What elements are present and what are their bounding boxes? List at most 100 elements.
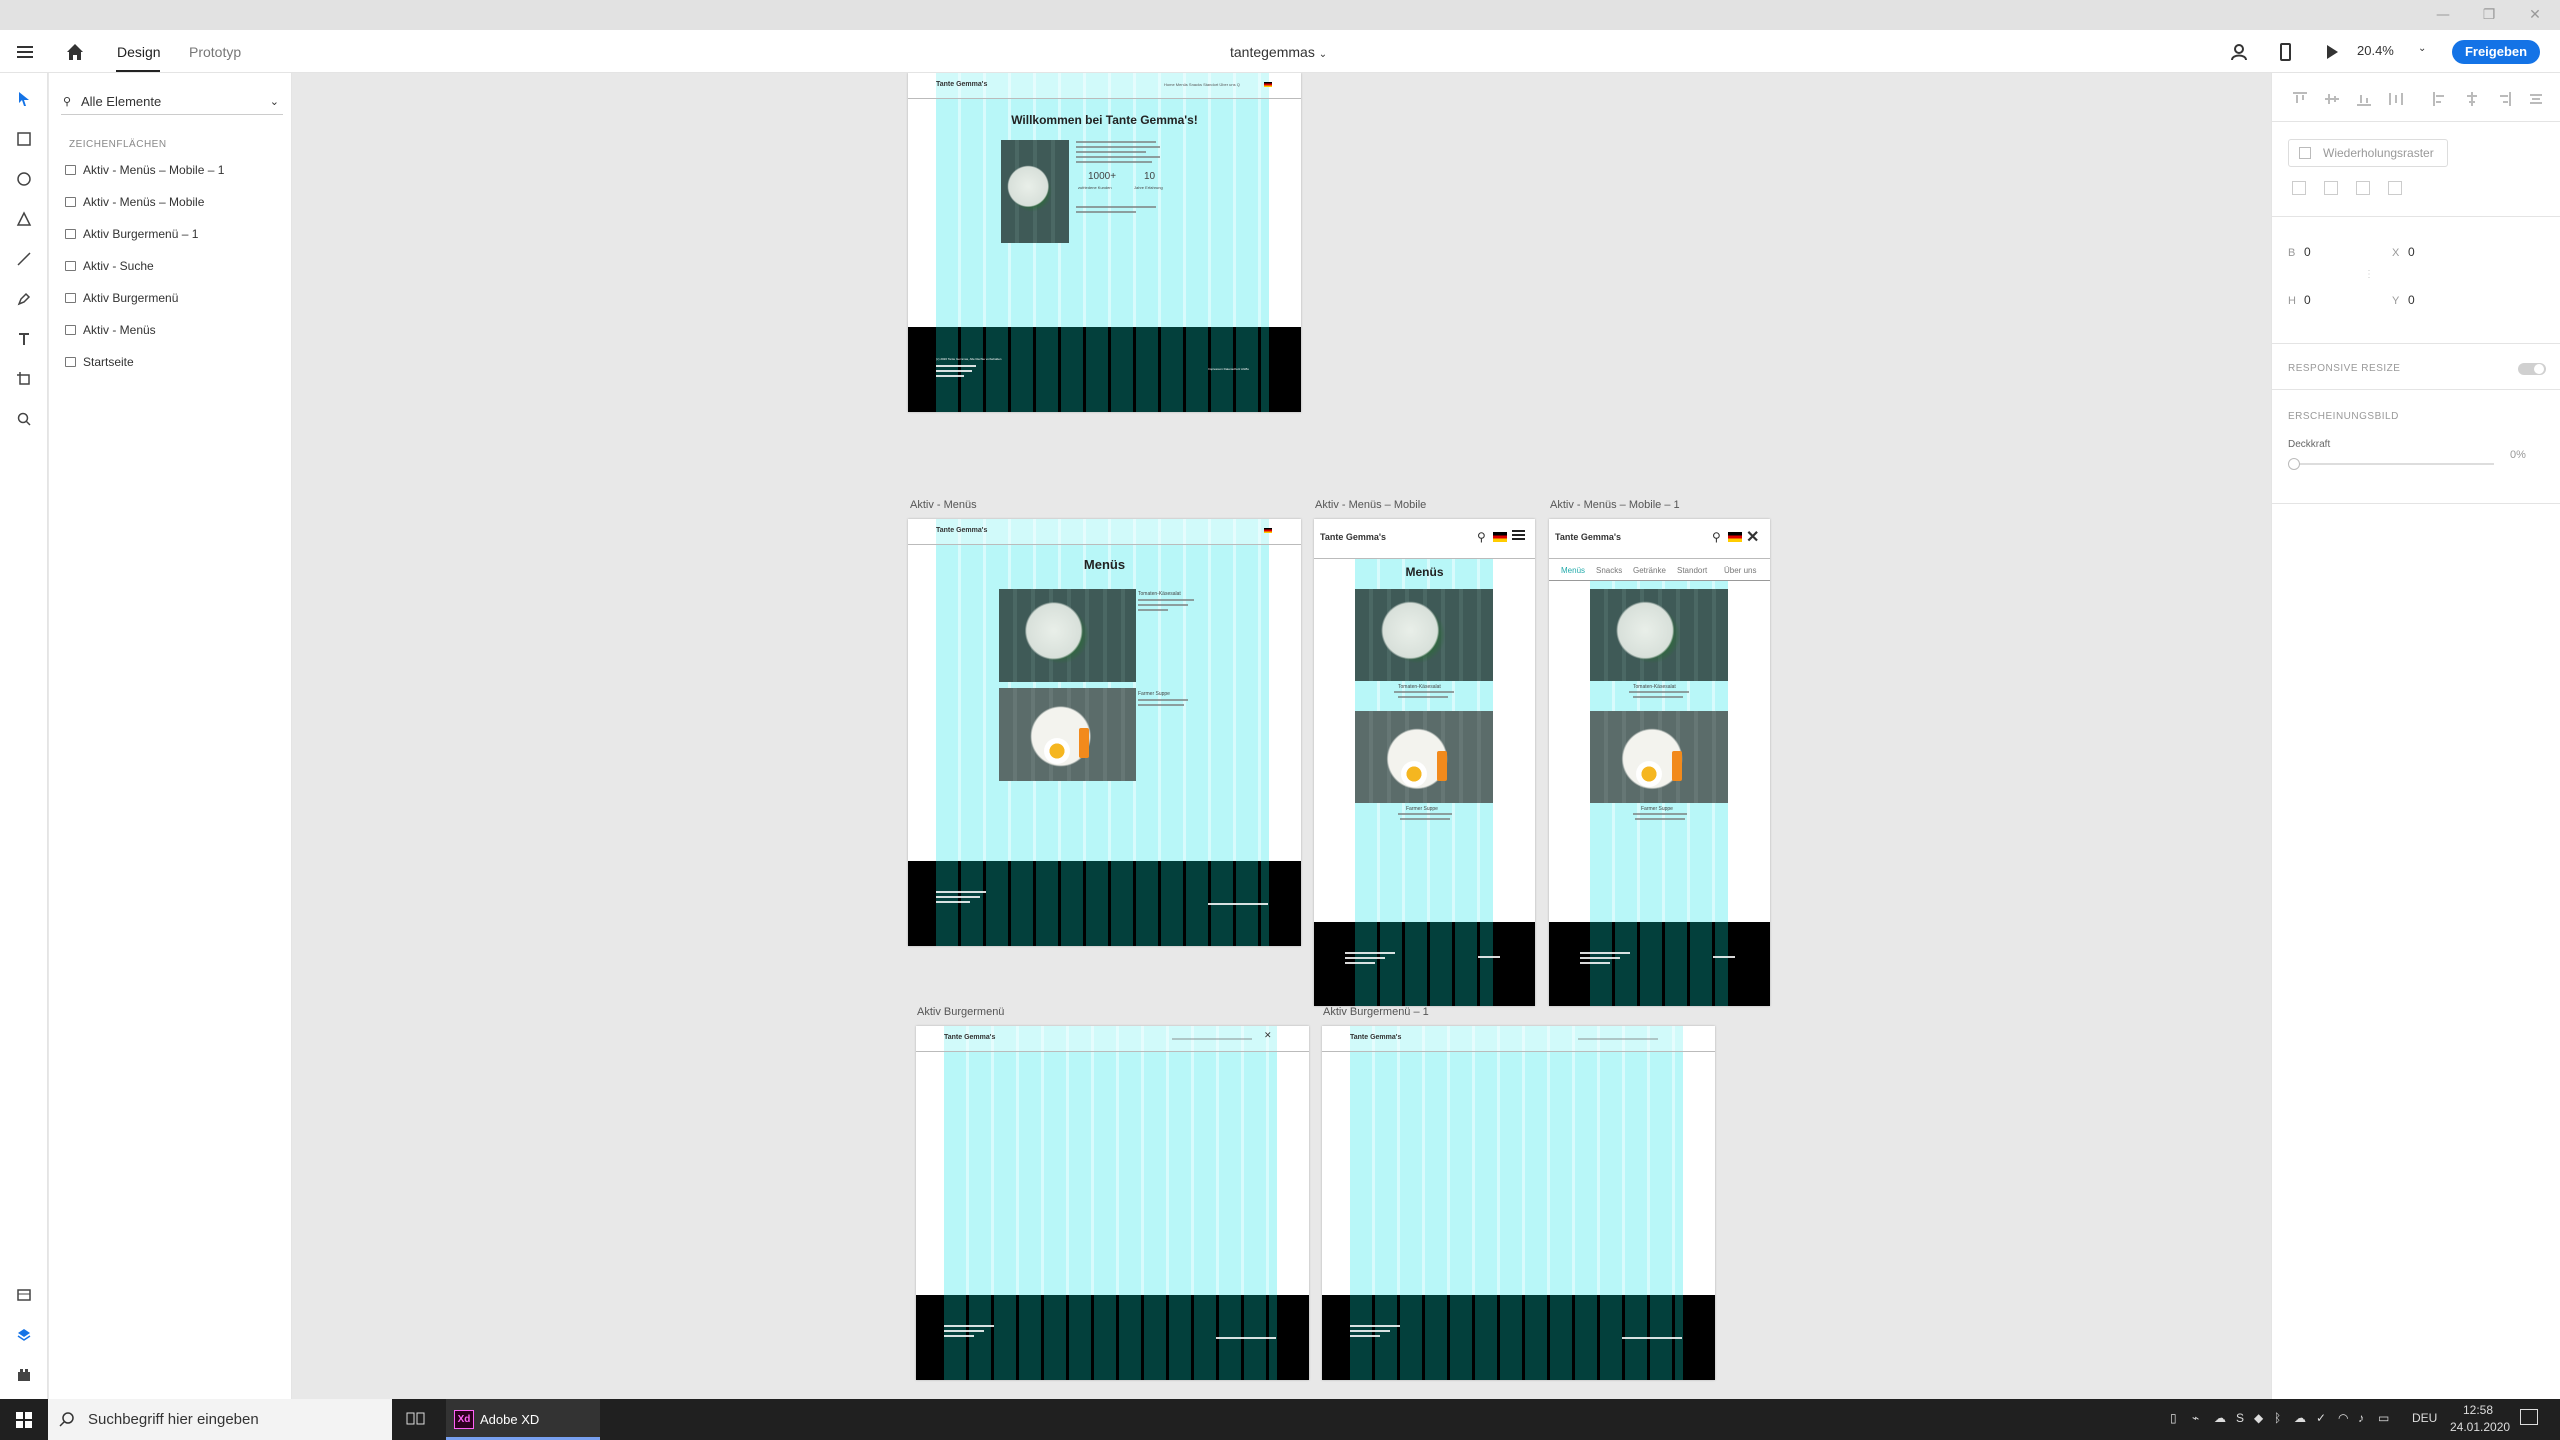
tab-prototype[interactable]: Prototyp [189, 44, 241, 60]
battery-icon[interactable]: ▭ [2378, 1411, 2389, 1425]
align-bottom-icon[interactable] [2356, 91, 2372, 107]
onedrive-icon[interactable]: ☁ [2214, 1411, 2226, 1425]
group-icon[interactable] [2292, 181, 2306, 195]
artboard-label[interactable]: Aktiv Burgermenü [917, 1006, 1004, 1018]
layer-item[interactable]: Aktiv - Menüs – Mobile – 1 [63, 159, 283, 181]
layer-filter-dropdown[interactable]: ⚲ Alle Elemente ⌄ [61, 89, 283, 115]
rectangle-icon[interactable] [12, 127, 36, 151]
text-icon[interactable] [12, 327, 36, 351]
nav-item-menus[interactable]: Menüs [1561, 566, 1585, 575]
nav-item-getraenke[interactable]: Getränke [1633, 566, 1666, 575]
layer-item[interactable]: Aktiv Burgermenü [63, 287, 283, 309]
cloud-icon[interactable]: ☁ [2294, 1411, 2306, 1425]
distribute-icon[interactable] [2388, 91, 2404, 107]
layer-item[interactable]: Aktiv - Menüs [63, 319, 283, 341]
salad-image [1590, 589, 1728, 681]
width-field[interactable]: 0 [2304, 245, 2311, 259]
chevron-down-icon: ⌄ [1318, 49, 1328, 60]
repeat-grid-button[interactable]: Wiederholungsraster [2288, 139, 2448, 167]
restore-button[interactable]: ❐ [2466, 5, 2512, 25]
layer-item[interactable]: Aktiv - Suche [63, 255, 283, 277]
align-right-icon[interactable] [2496, 91, 2512, 107]
wifi-icon[interactable]: ◠ [2338, 1411, 2348, 1425]
height-field[interactable]: 0 [2304, 293, 2311, 307]
close-button[interactable]: ✕ [2512, 5, 2558, 25]
layers-icon[interactable] [12, 1323, 36, 1347]
ellipse-icon[interactable] [12, 167, 36, 191]
hamburger-icon[interactable] [1512, 530, 1525, 542]
design-canvas[interactable]: Tante Gemma's Home Menüs Snacks Standort… [293, 73, 2270, 1399]
german-flag-icon[interactable] [1493, 532, 1507, 542]
artboard-label[interactable]: Aktiv - Menüs [910, 499, 977, 511]
layer-item[interactable]: Aktiv Burgermenü – 1 [63, 223, 283, 245]
security-icon[interactable]: ✓ [2316, 1411, 2326, 1425]
close-icon[interactable]: ✕ [1746, 527, 1759, 547]
german-flag-icon[interactable] [1728, 532, 1742, 542]
search-icon[interactable]: ⚲ [1477, 530, 1486, 544]
close-icon[interactable]: ✕ [1264, 1030, 1272, 1041]
taskbar-app-adobe-xd[interactable]: Xd Adobe XD [446, 1399, 600, 1440]
user-icon[interactable] [2228, 41, 2250, 63]
artboard-label[interactable]: Aktiv Burgermenü – 1 [1323, 1006, 1429, 1018]
opacity-slider[interactable] [2294, 463, 2494, 465]
artboard-label[interactable]: Aktiv - Menüs – Mobile – 1 [1550, 499, 1680, 511]
minimize-button[interactable]: — [2420, 5, 2466, 25]
tab-design[interactable]: Design [117, 44, 161, 60]
opacity-slider-handle[interactable] [2288, 458, 2300, 470]
y-field[interactable]: 0 [2408, 293, 2415, 307]
distribute-horizontal-icon[interactable] [2528, 91, 2544, 107]
volume-icon[interactable]: ♪ [2358, 1411, 2364, 1425]
zoom-level[interactable]: 20.4% [2357, 43, 2394, 58]
pen-icon[interactable] [12, 287, 36, 311]
boolean-icon[interactable] [2324, 181, 2338, 195]
notifications-icon[interactable] [2520, 1409, 2538, 1425]
align-center-icon[interactable] [2464, 91, 2480, 107]
nav-item-ueber-uns[interactable]: Über uns [1724, 566, 1756, 575]
artboard-label[interactable]: Aktiv - Menüs – Mobile [1315, 499, 1426, 511]
polygon-icon[interactable] [12, 207, 36, 231]
artboard-burgermenue[interactable]: Tante Gemma's ✕ [916, 1026, 1309, 1380]
network-icon[interactable]: ⌁ [2192, 1411, 2199, 1425]
artboard-menues-mobile[interactable]: Tante Gemma's ⚲ Menüs Tomaten-Käsesalat … [1314, 519, 1535, 1006]
nav-item-standort[interactable]: Standort [1677, 566, 1707, 575]
align-top-icon[interactable] [2292, 91, 2308, 107]
assets-icon[interactable] [12, 1283, 36, 1307]
artboard-menues-mobile-1[interactable]: Tante Gemma's ⚲ ✕ Menüs Snacks Getränke … [1549, 519, 1770, 1006]
bluetooth-icon[interactable]: ᛒ [2274, 1411, 2281, 1425]
clock-time[interactable]: 12:58 [2450, 1403, 2506, 1417]
responsive-resize-toggle[interactable] [2518, 363, 2546, 375]
artboard-aktiv-menues[interactable]: Tante Gemma's Menüs Tomaten-Käsesalat Fa… [908, 519, 1301, 946]
share-button[interactable]: Freigeben [2452, 40, 2540, 64]
plugins-icon[interactable] [12, 1363, 36, 1387]
align-left-icon[interactable] [2432, 91, 2448, 107]
language-indicator[interactable]: DEU [2412, 1411, 2437, 1425]
layer-item[interactable]: Startseite [63, 351, 283, 373]
align-middle-icon[interactable] [2324, 91, 2340, 107]
line-icon[interactable] [12, 247, 36, 271]
artboard-icon[interactable] [12, 367, 36, 391]
usb-icon[interactable]: ▯ [2170, 1411, 2177, 1425]
boolean-icon[interactable] [2356, 181, 2370, 195]
artboard-burgermenue-1[interactable]: Tante Gemma's [1322, 1026, 1715, 1380]
home-icon[interactable] [64, 41, 86, 63]
boolean-icon[interactable] [2388, 181, 2402, 195]
nav-item-snacks[interactable]: Snacks [1596, 566, 1622, 575]
link-icon[interactable]: ⋮ [2364, 269, 2374, 280]
clock-date[interactable]: 24.01.2020 [2450, 1420, 2510, 1434]
skype-icon[interactable]: S [2236, 1411, 2244, 1425]
windows-start-icon[interactable] [0, 1399, 48, 1440]
select-icon[interactable] [12, 87, 36, 111]
dropbox-icon[interactable]: ◆ [2254, 1411, 2263, 1425]
task-view-icon[interactable] [405, 1410, 427, 1428]
search-icon[interactable]: ⚲ [1712, 530, 1721, 544]
hamburger-icon[interactable] [14, 41, 36, 63]
layer-item[interactable]: Aktiv - Menüs – Mobile [63, 191, 283, 213]
document-title[interactable]: tantegemmas ⌄ [1230, 44, 1327, 60]
zoom-chevron-icon[interactable]: ⌄ [2418, 43, 2426, 54]
zoom-icon[interactable] [12, 407, 36, 431]
x-field[interactable]: 0 [2408, 245, 2415, 259]
play-icon[interactable] [2320, 41, 2342, 63]
device-preview-icon[interactable] [2274, 41, 2296, 63]
opacity-value[interactable]: 0% [2510, 449, 2526, 461]
artboard-startseite[interactable]: Tante Gemma's Home Menüs Snacks Standort… [908, 73, 1301, 412]
